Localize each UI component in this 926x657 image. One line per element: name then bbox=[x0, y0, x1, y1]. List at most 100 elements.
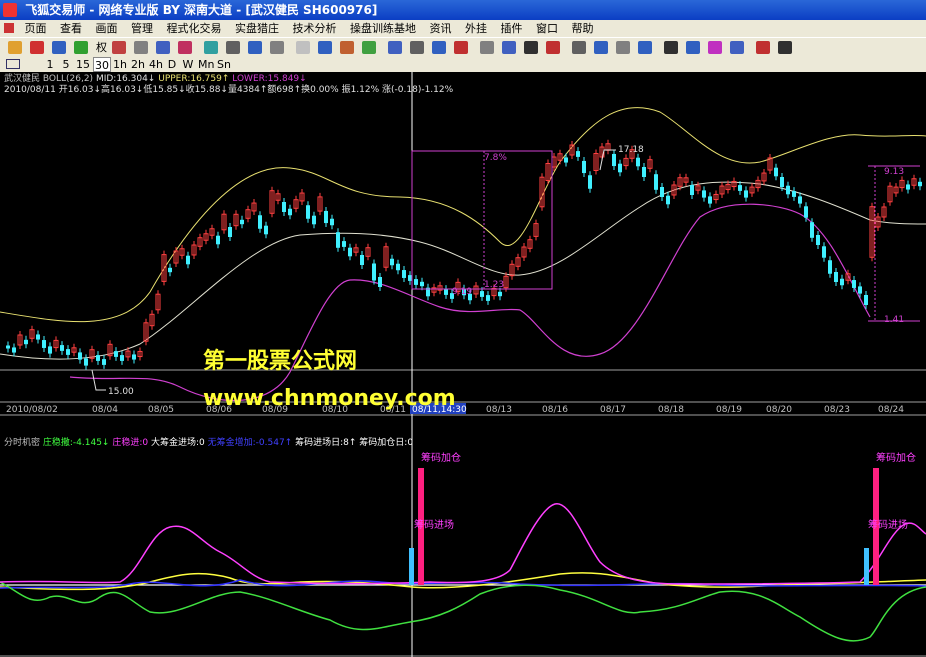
candle-body bbox=[906, 184, 910, 190]
toolbar-button-19[interactable] bbox=[454, 41, 468, 54]
timeframe-4h[interactable]: 4h bbox=[148, 57, 164, 72]
toolbar-button-9[interactable] bbox=[226, 41, 240, 54]
menu-item-analysis[interactable]: 技术分析 bbox=[288, 20, 342, 37]
candle-body bbox=[378, 277, 382, 287]
signal-label-enter-2: 筹码进场 bbox=[868, 518, 908, 531]
toolbar-button-4[interactable] bbox=[112, 41, 126, 54]
candle-body bbox=[744, 190, 748, 198]
candle-body bbox=[564, 157, 568, 163]
measure-box bbox=[411, 150, 553, 290]
document-icon bbox=[4, 23, 14, 33]
date-label-14: 08/23 bbox=[824, 405, 850, 415]
window-title: 飞狐交易师 - 网络专业版 BY 深南大道 - [武汉健民 SH600976] bbox=[25, 3, 378, 17]
lower-item-3: 无筹金增加:-0.547↑ bbox=[207, 438, 293, 448]
toolbar-button-30[interactable] bbox=[708, 41, 722, 54]
timeframe-15[interactable]: 15 bbox=[75, 57, 91, 72]
lower-item-5: 筹码加仓日:0 bbox=[359, 438, 414, 448]
toolbar-button-16[interactable] bbox=[388, 41, 402, 54]
menu-item-news[interactable]: 资讯 bbox=[425, 20, 457, 37]
toolbar-button-14[interactable] bbox=[340, 41, 354, 54]
menu-item-canvas[interactable]: 画面 bbox=[91, 20, 123, 37]
toolbar-button-23[interactable] bbox=[546, 41, 560, 54]
timeframe-1[interactable]: 1 bbox=[44, 57, 56, 72]
toolbar-button-5[interactable] bbox=[134, 41, 148, 54]
toolbar-button-17[interactable] bbox=[410, 41, 424, 54]
candle-body bbox=[186, 255, 190, 265]
rights-dropdown[interactable]: 权 bbox=[96, 41, 107, 54]
app-icon bbox=[3, 3, 17, 17]
timeframe-5[interactable]: 5 bbox=[60, 57, 72, 72]
date-label-12: 08/19 bbox=[716, 405, 742, 415]
toolbar-button-20[interactable] bbox=[480, 41, 494, 54]
toolbar-button-26[interactable] bbox=[616, 41, 630, 54]
candle-body bbox=[618, 163, 622, 173]
candle-body bbox=[264, 225, 268, 235]
candle-body bbox=[858, 286, 862, 294]
toolbar-button-33[interactable] bbox=[778, 41, 792, 54]
candle-body bbox=[372, 263, 376, 281]
toolbar-button-18[interactable] bbox=[432, 41, 446, 54]
toolbar-button-2[interactable] bbox=[52, 41, 66, 54]
toolbar-button-29[interactable] bbox=[686, 41, 700, 54]
timeframe-30[interactable]: 30 bbox=[93, 57, 111, 72]
menu-item-page[interactable]: 页面 bbox=[20, 20, 52, 37]
boll-mid: MID:16.304↓ bbox=[95, 74, 156, 84]
chart-canvas[interactable]: 2010/08/02 08/04 08/05 08/06 08/09 08/10 08/11… bbox=[0, 72, 926, 657]
toolbar-button-0[interactable] bbox=[8, 41, 22, 54]
candle-body bbox=[48, 346, 52, 354]
annot-low: 15.00 bbox=[108, 387, 134, 397]
menu-item-live[interactable]: 实盘猎庄 bbox=[230, 20, 284, 37]
candle-body bbox=[816, 235, 820, 245]
toolbar-button-28[interactable] bbox=[664, 41, 678, 54]
toolbar-button-22[interactable] bbox=[524, 41, 538, 54]
timeframe-w[interactable]: W bbox=[181, 57, 195, 72]
annot-2: 9.19 bbox=[452, 287, 472, 297]
toolbar-button-1[interactable] bbox=[30, 41, 44, 54]
toolbar-button-12[interactable] bbox=[296, 41, 310, 54]
toolbar-button-7[interactable] bbox=[178, 41, 192, 54]
menu-item-manage[interactable]: 管理 bbox=[126, 20, 158, 37]
toolbar-button-25[interactable] bbox=[594, 41, 608, 54]
chart-area[interactable]: 2010/08/02 08/04 08/05 08/06 08/09 08/10 08/11… bbox=[0, 72, 926, 657]
menu-item-training[interactable]: 操盘训练基地 bbox=[345, 20, 421, 37]
candle-body bbox=[798, 196, 802, 204]
timeframe-2h[interactable]: 2h bbox=[130, 57, 146, 72]
toolbar-button-32[interactable] bbox=[756, 41, 770, 54]
toolbar-button-27[interactable] bbox=[638, 41, 652, 54]
candle-body bbox=[444, 289, 448, 295]
menu-item-view[interactable]: 查看 bbox=[55, 20, 87, 37]
toolbar-button-21[interactable] bbox=[502, 41, 516, 54]
candle-body bbox=[258, 215, 262, 229]
toolbar-button-24[interactable] bbox=[572, 41, 586, 54]
menu-item-external[interactable]: 外挂 bbox=[460, 20, 492, 37]
toolbar-button-11[interactable] bbox=[270, 41, 284, 54]
toolbar-button-13[interactable] bbox=[318, 41, 332, 54]
toolbar-button-3[interactable] bbox=[74, 41, 88, 54]
menu-item-program-trade[interactable]: 程式化交易 bbox=[162, 20, 227, 37]
menu-item-window[interactable]: 窗口 bbox=[531, 20, 563, 37]
toolbar-button-10[interactable] bbox=[248, 41, 262, 54]
date-label-2: 08/05 bbox=[148, 405, 174, 415]
candle-body bbox=[24, 339, 28, 345]
candle-body bbox=[360, 255, 364, 265]
candle-body bbox=[330, 218, 334, 226]
toolbar-button-8[interactable] bbox=[204, 41, 218, 54]
toolbar-button-15[interactable] bbox=[362, 41, 376, 54]
candle-body bbox=[852, 280, 856, 288]
candle-body bbox=[480, 291, 484, 297]
menu-item-help[interactable]: 帮助 bbox=[567, 20, 599, 37]
signal-label-enter-1: 筹码进场 bbox=[414, 518, 454, 531]
boll-upper: UPPER:16.759↑ bbox=[158, 74, 230, 84]
lower-magenta-line bbox=[0, 503, 926, 585]
candle-body bbox=[654, 174, 658, 190]
chart-icon[interactable] bbox=[4, 57, 22, 72]
candle-body bbox=[690, 185, 694, 195]
toolbar-button-31[interactable] bbox=[730, 41, 744, 54]
candle-body bbox=[642, 167, 646, 177]
menu-item-plugins[interactable]: 插件 bbox=[496, 20, 528, 37]
timeframe-mn[interactable]: Mn bbox=[198, 57, 214, 72]
timeframe-1h[interactable]: 1h bbox=[112, 57, 128, 72]
timeframe-sn[interactable]: Sn bbox=[216, 57, 232, 72]
timeframe-d[interactable]: D bbox=[166, 57, 178, 72]
toolbar-button-6[interactable] bbox=[156, 41, 170, 54]
